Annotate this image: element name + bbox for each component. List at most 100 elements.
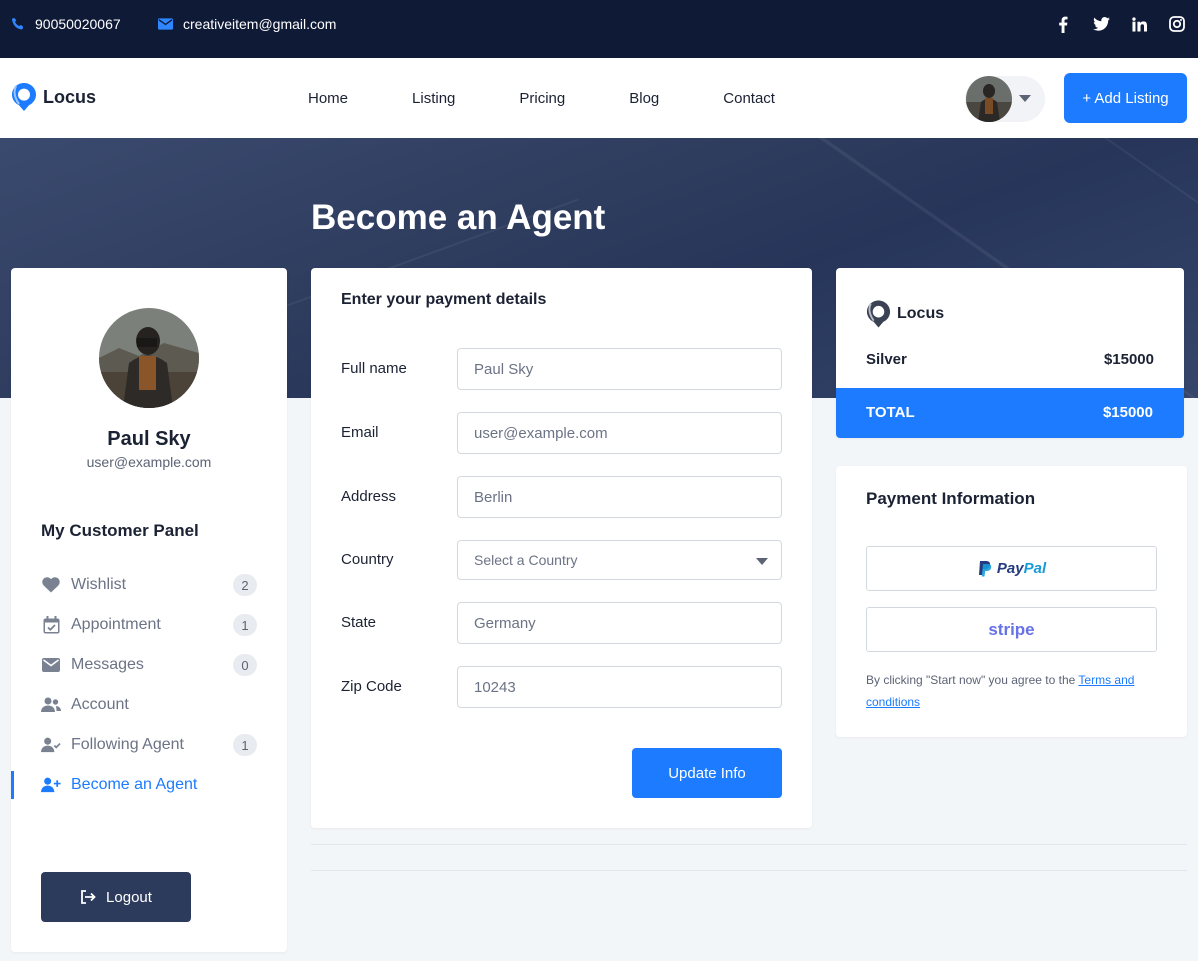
facebook-icon[interactable]: [1054, 15, 1072, 33]
phone-icon: [11, 17, 24, 30]
plan-price: $15000: [1103, 351, 1154, 368]
plan-row: Silver $15000: [866, 351, 1154, 368]
profile-sidebar: Paul Sky user@example.com My Customer Pa…: [11, 268, 287, 952]
sidebar-item-account[interactable]: Account: [11, 685, 287, 725]
email-contact[interactable]: creativeitem@gmail.com: [158, 0, 336, 48]
nav-blog[interactable]: Blog: [629, 90, 659, 107]
page-title: Become an Agent: [311, 198, 606, 237]
locus-logo-icon: [866, 300, 891, 328]
state-row: State: [341, 602, 782, 644]
country-select-value: Select a Country: [474, 552, 578, 568]
users-icon: [41, 695, 61, 715]
twitter-icon[interactable]: [1092, 15, 1110, 33]
payment-title: Payment Information: [866, 489, 1036, 508]
profile-avatar: [99, 308, 199, 408]
main-nav: Locus Home Listing Pricing Blog Contact …: [0, 58, 1198, 138]
terms-text: By clicking "Start now" you agree to the…: [866, 673, 1135, 709]
sidebar-item-messages[interactable]: Messages 0: [11, 645, 287, 685]
user-menu[interactable]: [965, 76, 1045, 122]
count-badge: 1: [233, 734, 257, 756]
sidebar-item-label: Appointment: [71, 616, 161, 633]
brand-logo[interactable]: Locus: [11, 82, 96, 112]
paypal-label: PayPal: [996, 560, 1047, 577]
paypal-button[interactable]: PayPal: [866, 546, 1157, 591]
profile-email: user@example.com: [86, 454, 212, 470]
address-field[interactable]: [457, 476, 782, 518]
order-summary: Locus Silver $15000 TOTAL $15000: [836, 268, 1184, 438]
chevron-down-icon: [756, 558, 768, 565]
email-row: Email: [341, 412, 782, 454]
social-links: [1054, 0, 1186, 48]
user-check-icon: [41, 735, 61, 755]
nav-contact[interactable]: Contact: [723, 90, 775, 107]
full-name-label: Full name: [341, 360, 407, 377]
nav-menu: Home Listing Pricing Blog Contact: [308, 58, 839, 138]
payment-details-form: Enter your payment details Full name Ema…: [311, 268, 812, 828]
zip-field[interactable]: [457, 666, 782, 708]
instagram-icon[interactable]: [1168, 15, 1186, 33]
divider: [311, 844, 1187, 845]
payment-information: Payment Information PayPal stripe By cli…: [836, 466, 1187, 737]
chevron-down-icon: [1019, 95, 1031, 102]
full-name-row: Full name: [341, 348, 782, 390]
sidebar-item-become-agent[interactable]: Become an Agent: [11, 765, 287, 805]
brand-name: Locus: [43, 86, 97, 107]
country-select[interactable]: Select a Country: [457, 540, 782, 580]
divider: [311, 870, 1187, 871]
add-listing-button[interactable]: + Add Listing: [1064, 73, 1187, 123]
envelope-icon: [158, 18, 173, 30]
sidebar-item-label: Become an Agent: [71, 776, 198, 793]
stripe-label: stripe: [988, 619, 1035, 639]
sidebar-item-appointment[interactable]: Appointment 1: [11, 605, 287, 645]
total-price: $15000: [1102, 404, 1153, 421]
count-badge: 1: [233, 614, 257, 636]
state-label: State: [341, 614, 377, 631]
country-label: Country: [341, 551, 394, 568]
sidebar-item-label: Messages: [71, 656, 144, 673]
sign-out-icon: [81, 890, 96, 904]
stripe-button[interactable]: stripe: [866, 607, 1157, 652]
address-row: Address: [341, 476, 782, 518]
count-badge: 2: [233, 574, 257, 596]
calendar-icon: [41, 615, 61, 635]
email-address: creativeitem@gmail.com: [183, 16, 337, 32]
count-badge: 0: [233, 654, 257, 676]
form-title: Enter your payment details: [341, 291, 547, 308]
locus-logo-icon: [12, 83, 36, 111]
email-label: Email: [341, 424, 379, 441]
sidebar-item-label: Wishlist: [71, 576, 127, 593]
phone-contact[interactable]: 90050020067: [11, 0, 121, 48]
state-field[interactable]: [457, 602, 782, 644]
country-row: Country Select a Country: [341, 540, 782, 582]
logout-label: Logout: [106, 888, 152, 906]
logout-button[interactable]: Logout: [41, 872, 191, 922]
profile-name: Paul Sky: [107, 428, 191, 450]
full-name-field[interactable]: [457, 348, 782, 390]
email-field[interactable]: [457, 412, 782, 454]
summary-brand-name: Locus: [897, 305, 945, 322]
zip-row: Zip Code: [341, 666, 782, 708]
panel-menu: Wishlist 2 Appointment 1 Messages 0 Acco…: [11, 565, 287, 805]
total-label: TOTAL: [866, 404, 915, 421]
summary-brand: Locus: [866, 299, 944, 329]
sidebar-item-following-agent[interactable]: Following Agent 1: [11, 725, 287, 765]
nav-pricing[interactable]: Pricing: [519, 90, 565, 107]
nav-home[interactable]: Home: [308, 90, 348, 107]
sidebar-item-label: Following Agent: [71, 736, 184, 753]
heart-icon: [41, 575, 61, 595]
zip-label: Zip Code: [341, 678, 402, 695]
total-row: TOTAL $15000: [836, 388, 1184, 438]
user-plus-icon: [41, 775, 61, 795]
phone-number: 90050020067: [35, 16, 121, 32]
sidebar-item-label: Account: [71, 696, 129, 713]
avatar: [966, 76, 1012, 122]
update-info-button[interactable]: Update Info: [632, 748, 782, 798]
paypal-logo-icon: [978, 560, 992, 576]
plan-name: Silver: [866, 351, 907, 368]
linkedin-icon[interactable]: [1130, 15, 1148, 33]
envelope-icon: [41, 655, 61, 675]
sidebar-item-wishlist[interactable]: Wishlist 2: [11, 565, 287, 605]
panel-title: My Customer Panel: [41, 521, 199, 540]
top-bar: 90050020067 creativeitem@gmail.com: [0, 0, 1198, 58]
nav-listing[interactable]: Listing: [412, 90, 455, 107]
